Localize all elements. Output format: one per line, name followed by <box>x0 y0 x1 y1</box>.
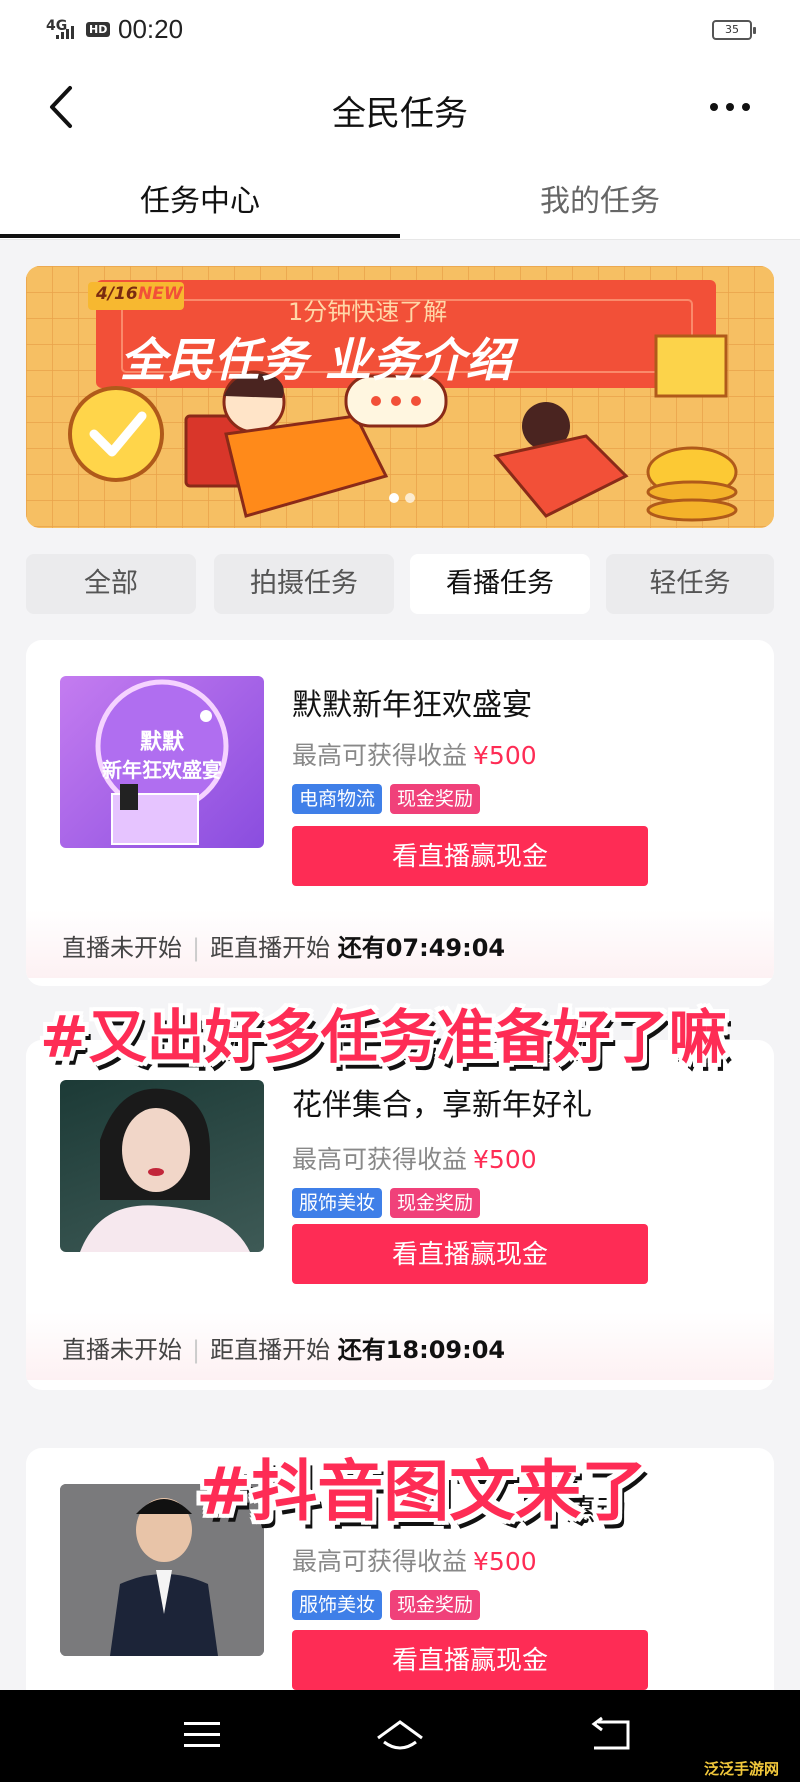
task-tags: 服饰美妆 现金奖励 <box>292 1590 481 1620</box>
home-icon <box>377 1720 423 1750</box>
watch-live-button[interactable]: 看直播赢现金 <box>292 826 648 886</box>
task-filter-bar: 全部 拍摄任务 看播任务 轻任务 <box>26 554 774 614</box>
promo-banner[interactable]: 4/16 NEW 1分钟快速了解 全民任务 业务介绍 <box>26 266 774 528</box>
filter-all[interactable]: 全部 <box>26 554 196 614</box>
back-key[interactable] <box>580 1710 640 1760</box>
live-status-bar: 直播未开始 | 距直播开始 还有18:09:04 <box>26 1312 774 1380</box>
watch-live-button[interactable]: 看直播赢现金 <box>292 1224 648 1284</box>
countdown-value: 还有18:09:04 <box>337 1336 506 1364</box>
task-thumbnail: 默默 新年狂欢盛宴 <box>60 676 264 848</box>
more-dot-icon <box>742 103 750 111</box>
status-bar: 4G HD 00:20 35 <box>0 0 800 62</box>
task-earnings: 最高可获得收益 ¥500 <box>292 736 537 772</box>
banner-new-badge: NEW <box>138 284 183 304</box>
overlay-caption: #又出好多任务准备好了嘛 <box>40 1003 727 1071</box>
tag-category: 服饰美妆 <box>292 1188 383 1218</box>
page-title: 全民任务 <box>332 94 468 134</box>
filter-shooting-tasks[interactable]: 拍摄任务 <box>214 554 394 614</box>
more-dot-icon <box>710 103 718 111</box>
live-status: 直播未开始 <box>62 1336 182 1364</box>
live-status-text: 直播未开始 | 距直播开始 还有18:09:04 <box>62 1330 505 1365</box>
watermark: 泛泛手游网 <box>704 1760 780 1778</box>
task-title: 默默新年狂欢盛宴 <box>292 688 532 723</box>
tab-task-center[interactable]: 任务中心 <box>0 176 400 220</box>
earnings-label: 最高可获得收益 <box>292 1547 468 1576</box>
live-status-bar: 直播未开始 | 距直播开始 还有07:49:04 <box>26 910 774 978</box>
system-nav-bar <box>0 1690 800 1782</box>
filter-light-tasks[interactable]: 轻任务 <box>606 554 774 614</box>
hd-icon: HD <box>86 22 111 37</box>
task-card[interactable]: 默默 新年狂欢盛宴 默默新年狂欢盛宴 最高可获得收益 ¥500 电商物流 现金奖励… <box>26 640 774 986</box>
more-button[interactable] <box>700 92 760 122</box>
battery-icon: 35 <box>712 20 756 40</box>
tab-indicator <box>0 234 400 238</box>
task-tags: 电商物流 现金奖励 <box>292 784 481 814</box>
countdown-label: 距直播开始 <box>210 934 331 962</box>
task-earnings: 最高可获得收益 ¥500 <box>292 1140 537 1176</box>
thumb-text-line1: 默默 <box>139 730 184 755</box>
nav-bar: 全民任务 <box>0 62 800 158</box>
model-portrait <box>80 1088 250 1252</box>
thumb-text-line2: 新年狂欢盛宴 <box>102 758 222 782</box>
task-title: 花伴集合，享新年好礼 <box>292 1088 592 1123</box>
filter-watch-live-tasks[interactable]: 看播任务 <box>410 554 590 614</box>
earnings-amount: ¥500 <box>473 1547 537 1576</box>
tag-category: 电商物流 <box>292 784 383 814</box>
status-divider: | <box>192 934 201 962</box>
watch-live-button[interactable]: 看直播赢现金 <box>292 1630 648 1690</box>
live-status-text: 直播未开始 | 距直播开始 还有07:49:04 <box>62 928 505 963</box>
task-tags: 服饰美妆 现金奖励 <box>292 1188 481 1218</box>
home-key[interactable] <box>370 1710 430 1760</box>
tab-bar: 任务中心 我的任务 <box>0 158 800 240</box>
menu-icon <box>184 1722 220 1747</box>
tag-reward: 现金奖励 <box>390 784 481 814</box>
banner-subtitle: 1分钟快速了解 <box>288 298 448 326</box>
status-divider: | <box>192 1336 201 1364</box>
task-earnings: 最高可获得收益 ¥500 <box>292 1542 537 1578</box>
earnings-amount: ¥500 <box>473 1145 537 1174</box>
tag-reward: 现金奖励 <box>390 1188 481 1218</box>
tab-my-tasks[interactable]: 我的任务 <box>400 176 800 220</box>
signal-icon <box>56 26 74 39</box>
tag-reward: 现金奖励 <box>390 1590 481 1620</box>
countdown-label: 距直播开始 <box>210 1336 331 1364</box>
earnings-amount: ¥500 <box>473 741 537 770</box>
earnings-label: 最高可获得收益 <box>292 741 468 770</box>
banner-date: 4/16 <box>96 284 138 304</box>
overlay-caption: #抖音图文来了 <box>196 1453 648 1530</box>
task-card[interactable]: 花伴集合，享新年好礼 最高可获得收益 ¥500 服饰美妆 现金奖励 看直播赢现金 … <box>26 1040 774 1390</box>
live-status: 直播未开始 <box>62 934 182 962</box>
clock: 00:20 <box>118 14 184 44</box>
banner-title: 全民任务 业务介绍 <box>120 333 514 387</box>
task-thumbnail <box>60 1080 264 1252</box>
earnings-label: 最高可获得收益 <box>292 1145 468 1174</box>
tag-category: 服饰美妆 <box>292 1590 383 1620</box>
countdown-value: 还有07:49:04 <box>337 934 506 962</box>
menu-key[interactable] <box>172 1710 232 1760</box>
more-dot-icon <box>726 103 734 111</box>
return-icon <box>591 1716 630 1750</box>
